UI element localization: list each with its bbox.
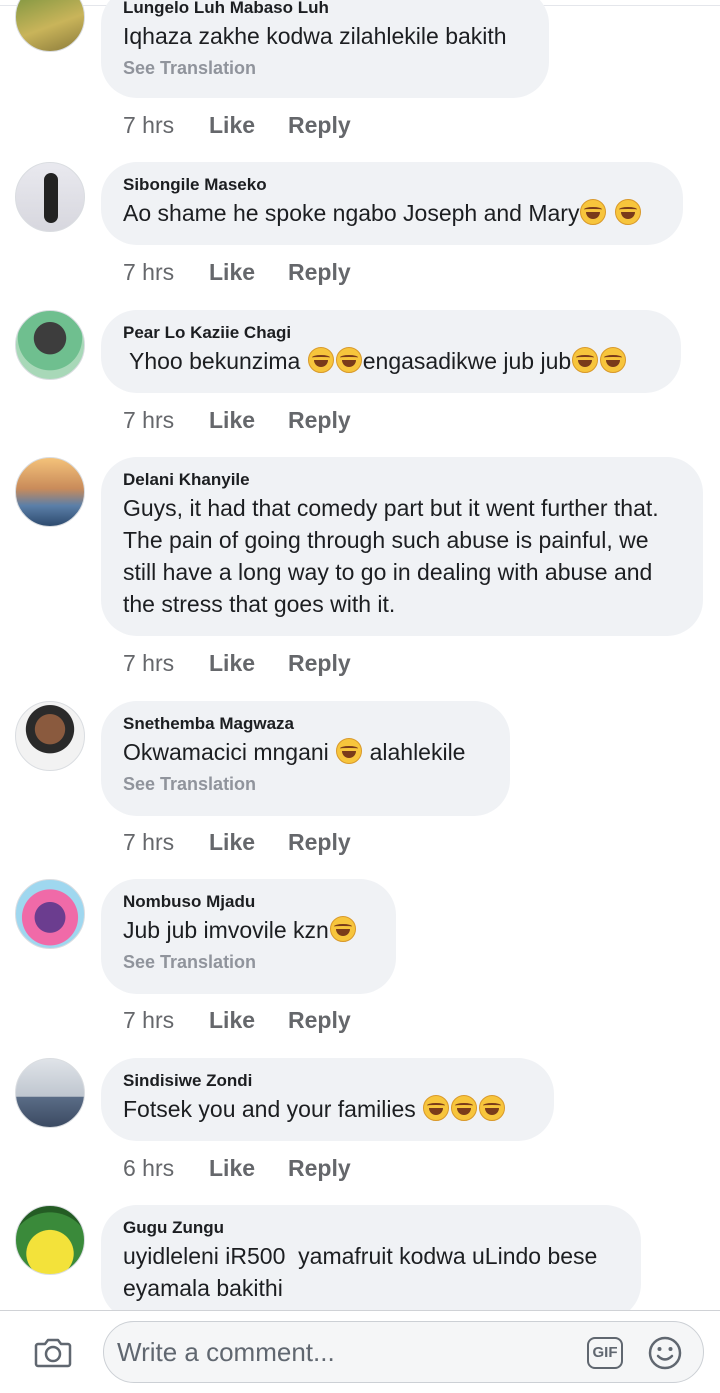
comment-text-part: Okwamacici mngani (123, 739, 329, 765)
comment-text: Jub jub imvovile kzn (123, 914, 372, 946)
grinning-sweat-emoji-icon (423, 1095, 450, 1121)
laughing-emoji-icon (329, 916, 356, 942)
comment-author[interactable]: Delani Khanyile (123, 468, 679, 492)
avatar[interactable] (15, 1205, 85, 1275)
comment-text: uyidleleni iR500 yamafruit kodwa uLindo … (123, 1243, 604, 1301)
comment-text-part: Fotsek you and your families (123, 1096, 416, 1122)
avatar[interactable] (15, 457, 85, 527)
laughing-emoji-icon (580, 199, 607, 225)
comment-text-part: engasadikwe jub jub (362, 348, 572, 374)
comment-bubble[interactable]: Snethemba Magwaza Okwamacici mngani alah… (101, 701, 510, 816)
comment-time: 7 hrs (123, 650, 175, 676)
comment-time: 7 hrs (123, 829, 175, 855)
comment-text: Yhoo bekunzima engasadikwe jub jub (123, 345, 657, 377)
comment-bubble[interactable]: Sindisiwe Zondi Fotsek you and your fami… (101, 1058, 554, 1141)
like-button[interactable]: Like (209, 829, 255, 856)
see-translation-link[interactable]: See Translation (123, 55, 525, 81)
laughing-emoji-icon (336, 738, 363, 764)
avatar[interactable] (15, 879, 85, 949)
comment-bubble[interactable]: Lungelo Luh Mabaso Luh Iqhaza zakhe kodw… (101, 0, 549, 98)
avatar[interactable] (15, 310, 85, 380)
comment-text-part: Yhoo bekunzima (129, 348, 301, 374)
like-button[interactable]: Like (209, 650, 255, 677)
see-translation-link[interactable]: See Translation (123, 949, 372, 975)
grinning-sweat-emoji-icon (479, 1095, 506, 1121)
comment-time: 7 hrs (123, 407, 175, 433)
avatar[interactable] (15, 701, 85, 771)
grinning-sweat-emoji-icon (600, 347, 627, 373)
see-translation-link[interactable]: See Translation (123, 771, 486, 797)
grinning-sweat-emoji-icon (335, 347, 362, 373)
camera-icon[interactable] (34, 1335, 72, 1369)
comment-author[interactable]: Nombuso Mjadu (123, 890, 372, 914)
comment-time: 7 hrs (123, 259, 175, 285)
comment-author[interactable]: Sibongile Maseko (123, 173, 659, 197)
comment-author[interactable]: Gugu Zungu (123, 1216, 617, 1240)
reply-button[interactable]: Reply (288, 112, 351, 139)
comment-input[interactable]: Write a comment... GIF (103, 1321, 704, 1383)
comment-bubble[interactable]: Gugu Zungu uyidleleni iR500 yamafruit ko… (101, 1205, 641, 1320)
comment-author[interactable]: Sindisiwe Zondi (123, 1069, 530, 1093)
comment-text-part: Jub jub imvovile kzn (123, 917, 329, 943)
reply-button[interactable]: Reply (288, 1155, 351, 1182)
avatar[interactable] (15, 1058, 85, 1128)
grinning-sweat-emoji-icon (451, 1095, 478, 1121)
avatar-figure (44, 173, 58, 223)
smiley-icon[interactable] (647, 1335, 683, 1371)
comment-text-part: Ao shame he spoke ngabo Joseph and Mary (123, 200, 580, 226)
comment-time: 7 hrs (123, 112, 175, 138)
comment-text: Ao shame he spoke ngabo Joseph and Mary (123, 197, 659, 229)
gif-button[interactable]: GIF (587, 1337, 623, 1369)
grinning-sweat-emoji-icon (572, 347, 599, 373)
comment-time: 7 hrs (123, 1007, 175, 1033)
avatar[interactable] (15, 0, 85, 52)
comment-text-part: alahlekile (369, 739, 466, 765)
comment-time: 6 hrs (123, 1155, 175, 1181)
avatar[interactable] (15, 162, 85, 232)
like-button[interactable]: Like (209, 1155, 255, 1182)
comment-bubble[interactable]: Nombuso Mjadu Jub jub imvovile kzn See T… (101, 879, 396, 994)
reply-button[interactable]: Reply (288, 407, 351, 434)
reply-button[interactable]: Reply (288, 259, 351, 286)
comment-author[interactable]: Snethemba Magwaza (123, 712, 486, 736)
comment-author[interactable]: Lungelo Luh Mabaso Luh (123, 0, 525, 20)
comment-composer: Write a comment... GIF (0, 1310, 720, 1393)
reply-button[interactable]: Reply (288, 829, 351, 856)
like-button[interactable]: Like (209, 112, 255, 139)
comment-text: Okwamacici mngani alahlekile (123, 736, 486, 768)
comment-bubble[interactable]: Pear Lo Kaziie Chagi Yhoo bekunzima enga… (101, 310, 681, 393)
comment-input-placeholder: Write a comment... (117, 1337, 335, 1367)
like-button[interactable]: Like (209, 1007, 255, 1034)
comment-text: Guys, it had that comedy part but it wen… (123, 495, 665, 617)
comment-bubble[interactable]: Sibongile Maseko Ao shame he spoke ngabo… (101, 162, 683, 245)
reply-button[interactable]: Reply (288, 1007, 351, 1034)
comment-author[interactable]: Pear Lo Kaziie Chagi (123, 321, 657, 345)
laughing-emoji-icon (614, 199, 641, 225)
grinning-sweat-emoji-icon (307, 347, 334, 373)
reply-button[interactable]: Reply (288, 650, 351, 677)
comment-text: Fotsek you and your families (123, 1093, 530, 1125)
like-button[interactable]: Like (209, 259, 255, 286)
comment-text: Iqhaza zakhe kodwa zilahlekile bakith (123, 23, 507, 49)
comment-bubble[interactable]: Delani Khanyile Guys, it had that comedy… (101, 457, 703, 636)
like-button[interactable]: Like (209, 407, 255, 434)
